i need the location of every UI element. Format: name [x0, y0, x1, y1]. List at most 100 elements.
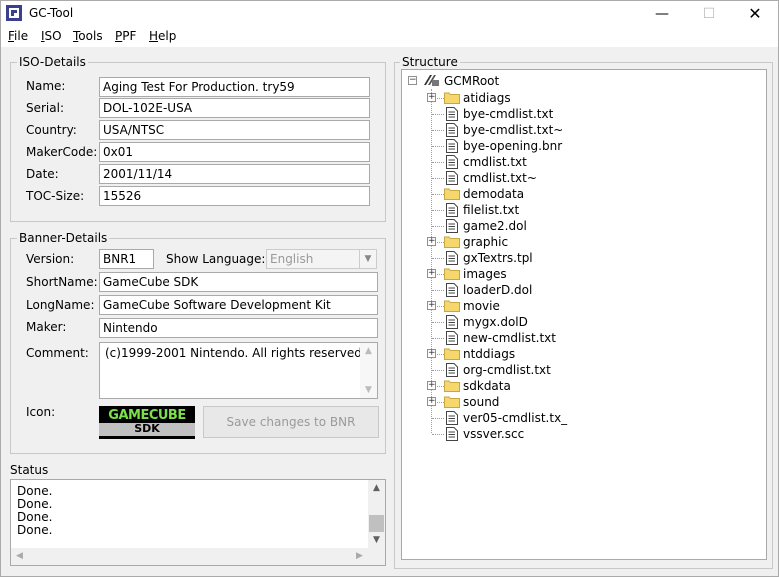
language-select[interactable]: English ▼ [266, 249, 377, 269]
tree-node[interactable]: + images [402, 266, 762, 282]
menu-iso[interactable]: ISO [41, 29, 62, 43]
tree-node[interactable]: vssver.scc [402, 426, 762, 442]
banner-details-legend: Banner-Details [17, 231, 110, 245]
iso-name-label: Name: [26, 79, 66, 93]
banner-comment-field[interactable]: (c)1999-2001 Nintendo. All rights reserv… [99, 342, 378, 399]
folder-icon [444, 268, 460, 280]
expand-icon[interactable]: + [427, 349, 436, 358]
iso-country-field[interactable]: USA/NTSC [99, 120, 370, 140]
scroll-left-icon[interactable]: ◀ [11, 548, 28, 564]
expand-icon[interactable]: + [427, 397, 436, 406]
tree-node-label: bye-cmdlist.txt [463, 107, 554, 121]
iso-tocsize-field[interactable]: 15526 [99, 186, 370, 206]
tree-line [432, 226, 444, 227]
scroll-thumb[interactable] [369, 515, 384, 532]
maximize-button[interactable]: ☐ [686, 1, 732, 27]
tree-node[interactable]: mygx.dolD [402, 314, 762, 330]
tree-node[interactable]: game2.dol [402, 218, 762, 234]
status-line: Done. [17, 523, 53, 537]
tree-node-label: cmdlist.txt [463, 155, 527, 169]
status-line: Done. [17, 484, 53, 498]
iso-serial-label: Serial: [26, 101, 64, 115]
tree-node[interactable]: bye-cmdlist.txt~ [402, 122, 762, 138]
save-bnr-button[interactable]: Save changes to BNR [203, 406, 379, 438]
iso-serial-field[interactable]: DOL-102E-USA [99, 98, 370, 118]
tree-node[interactable]: cmdlist.txt~ [402, 170, 762, 186]
banner-version-field[interactable]: BNR1 [99, 249, 154, 269]
tree-node-label: graphic [463, 235, 509, 249]
tree-root-label[interactable]: GCMRoot [444, 74, 499, 88]
file-icon [446, 363, 458, 377]
expand-icon[interactable]: + [427, 93, 436, 102]
tree-node[interactable]: + sound [402, 394, 762, 410]
tree-line [432, 258, 444, 259]
menu-file[interactable]: File [8, 29, 28, 43]
tree-line [432, 114, 444, 115]
chevron-down-icon: ▼ [359, 250, 376, 268]
banner-shortname-field[interactable]: GameCube SDK [99, 272, 378, 292]
status-log[interactable]: Done. Done. Done. Done. ▲ ▼ ◀ ▶ [10, 479, 386, 566]
folder-icon [444, 348, 460, 360]
tree-node[interactable]: bye-cmdlist.txt [402, 106, 762, 122]
expand-icon[interactable]: + [427, 381, 436, 390]
tree-node[interactable]: new-cmdlist.txt [402, 330, 762, 346]
banner-maker-label: Maker: [26, 320, 67, 334]
scroll-up-icon[interactable]: ▲ [360, 343, 377, 359]
scroll-down-icon[interactable]: ▼ [360, 382, 377, 398]
tree-line [432, 322, 444, 323]
tree-node-label: cmdlist.txt~ [463, 171, 537, 185]
tree-node[interactable]: + atidiags [402, 90, 762, 106]
file-icon [446, 251, 458, 265]
tree-node[interactable]: + movie [402, 298, 762, 314]
title-bar[interactable]: GC-Tool — ☐ ✕ [1, 1, 778, 27]
banner-longname-field[interactable]: GameCube Software Development Kit [99, 295, 378, 315]
tree-node[interactable]: loaderD.dol [402, 282, 762, 298]
scroll-down-icon[interactable]: ▼ [368, 532, 385, 548]
close-button[interactable]: ✕ [732, 1, 778, 27]
iso-name-field[interactable]: Aging Test For Production. try59 [99, 77, 370, 97]
tree-line [432, 290, 444, 291]
folder-icon [444, 92, 460, 104]
menu-ppf[interactable]: PPF [115, 29, 136, 43]
scroll-right-icon[interactable]: ▶ [351, 548, 368, 564]
tree-node[interactable]: + graphic [402, 234, 762, 250]
tree-line [432, 162, 444, 163]
expand-icon[interactable]: + [427, 269, 436, 278]
tree-node[interactable]: ver05-cmdlist.tx_ [402, 410, 762, 426]
iso-makercode-field[interactable]: 0x01 [99, 142, 370, 162]
tree-line [432, 194, 444, 195]
scroll-up-icon[interactable]: ▲ [368, 480, 385, 496]
tree-node[interactable]: demodata [402, 186, 762, 202]
tree-node[interactable]: + ntddiags [402, 346, 762, 362]
file-icon [446, 203, 458, 217]
tree-node[interactable]: filelist.txt [402, 202, 762, 218]
menu-bar: File ISO Tools PPF Help [1, 27, 778, 47]
menu-tools[interactable]: Tools [73, 29, 103, 43]
tree-node[interactable]: gxTextrs.tpl [402, 250, 762, 266]
iso-date-field[interactable]: 2001/11/14 [99, 164, 370, 184]
status-hscrollbar[interactable]: ◀ ▶ [11, 548, 385, 565]
tree-node[interactable]: bye-opening.bnr [402, 138, 762, 154]
tree-node[interactable]: cmdlist.txt [402, 154, 762, 170]
file-icon [446, 427, 458, 441]
file-icon [446, 123, 458, 137]
expand-icon[interactable]: + [427, 301, 436, 310]
banner-maker-field[interactable]: Nintendo [99, 318, 378, 338]
file-icon [446, 171, 458, 185]
file-icon [446, 283, 458, 297]
tree-node-label: filelist.txt [463, 203, 520, 217]
status-vscrollbar[interactable]: ▲ ▼ [368, 480, 385, 548]
window-title: GC-Tool [29, 6, 74, 20]
comment-scrollbar[interactable]: ▲ ▼ [360, 343, 377, 398]
collapse-icon[interactable]: − [408, 76, 417, 85]
structure-legend: Structure [400, 55, 460, 69]
file-icon [446, 411, 458, 425]
menu-help[interactable]: Help [149, 29, 176, 43]
structure-tree[interactable]: − GCMRoot + atidiags bye-cmdlist.txt bye-cm… [401, 69, 767, 560]
expand-icon[interactable]: + [427, 237, 436, 246]
tree-node-label: gxTextrs.tpl [463, 251, 533, 265]
tree-node[interactable]: + sdkdata [402, 378, 762, 394]
banner-comment-label: Comment: [26, 346, 89, 360]
tree-node[interactable]: org-cmdlist.txt [402, 362, 762, 378]
minimize-button[interactable]: — [639, 1, 685, 27]
